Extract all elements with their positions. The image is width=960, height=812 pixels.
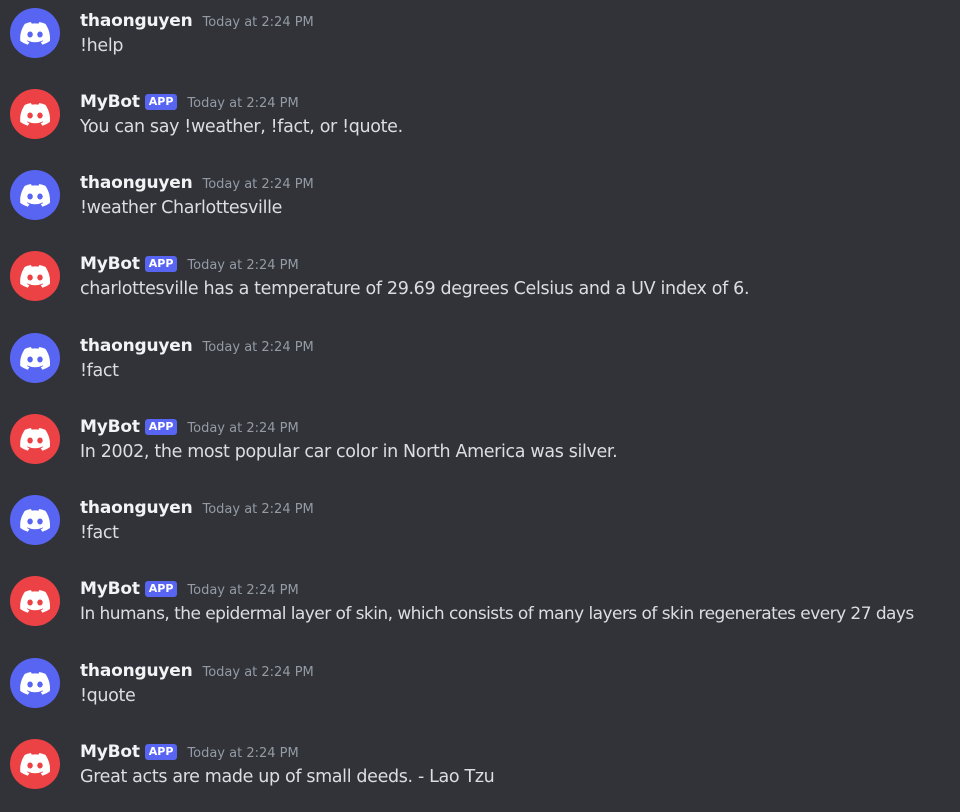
timestamp: Today at 2:24 PM (187, 257, 299, 273)
discord-logo-icon (20, 264, 50, 288)
username[interactable]: MyBot (80, 92, 140, 112)
message-content: In 2002, the most popular car color in N… (80, 442, 618, 462)
avatar[interactable] (10, 414, 60, 464)
app-tag: APP (144, 419, 178, 435)
discord-logo-icon (20, 671, 50, 695)
message-content: !fact (80, 523, 119, 543)
message: thaonguyen Today at 2:24 PM !quote (0, 650, 960, 730)
discord-logo-icon (20, 102, 50, 126)
message-header: MyBot APP Today at 2:24 PM (80, 90, 299, 114)
timestamp: Today at 2:24 PM (202, 176, 314, 192)
avatar[interactable] (10, 251, 60, 301)
message: thaonguyen Today at 2:24 PM !help (0, 0, 960, 80)
username[interactable]: MyBot (80, 254, 140, 274)
message-header: MyBot APP Today at 2:24 PM (80, 740, 299, 764)
username[interactable]: MyBot (80, 742, 140, 762)
discord-logo-icon (20, 346, 50, 370)
message-header: thaonguyen Today at 2:24 PM (80, 496, 314, 520)
message-header: MyBot APP Today at 2:24 PM (80, 577, 299, 601)
message-header: thaonguyen Today at 2:24 PM (80, 659, 314, 683)
timestamp: Today at 2:24 PM (187, 582, 299, 598)
timestamp: Today at 2:24 PM (187, 95, 299, 111)
message-header: thaonguyen Today at 2:24 PM (80, 9, 314, 33)
message: MyBot APP Today at 2:24 PM Great acts ar… (0, 731, 960, 811)
message: MyBot APP Today at 2:24 PM charlottesvil… (0, 243, 960, 323)
app-tag: APP (144, 94, 178, 110)
avatar[interactable] (10, 576, 60, 626)
message-header: MyBot APP Today at 2:24 PM (80, 415, 299, 439)
username[interactable]: thaonguyen (80, 173, 193, 193)
avatar[interactable] (10, 89, 60, 139)
username[interactable]: MyBot (80, 579, 140, 599)
message-content: In humans, the epidermal layer of skin, … (80, 604, 914, 624)
timestamp: Today at 2:24 PM (187, 745, 299, 761)
avatar[interactable] (10, 333, 60, 383)
app-tag: APP (144, 744, 178, 760)
app-tag: APP (144, 256, 178, 272)
message-content: !fact (80, 361, 119, 381)
timestamp: Today at 2:24 PM (187, 420, 299, 436)
discord-logo-icon (20, 589, 50, 613)
avatar[interactable] (10, 170, 60, 220)
message-content: You can say !weather, !fact, or !quote. (80, 117, 403, 137)
message: MyBot APP Today at 2:24 PM In 2002, the … (0, 406, 960, 486)
message: thaonguyen Today at 2:24 PM !fact (0, 325, 960, 405)
avatar[interactable] (10, 658, 60, 708)
message: thaonguyen Today at 2:24 PM !fact (0, 487, 960, 567)
avatar[interactable] (10, 495, 60, 545)
message: MyBot APP Today at 2:24 PM In humans, th… (0, 568, 960, 648)
timestamp: Today at 2:24 PM (202, 14, 314, 30)
discord-logo-icon (20, 21, 50, 45)
message-header: thaonguyen Today at 2:24 PM (80, 171, 314, 195)
message-header: MyBot APP Today at 2:24 PM (80, 252, 299, 276)
timestamp: Today at 2:24 PM (202, 664, 314, 680)
discord-logo-icon (20, 183, 50, 207)
username[interactable]: thaonguyen (80, 661, 193, 681)
message-content: Great acts are made up of small deeds. -… (80, 767, 495, 787)
message-header: thaonguyen Today at 2:24 PM (80, 334, 314, 358)
avatar[interactable] (10, 8, 60, 58)
message-content: !help (80, 36, 124, 56)
discord-logo-icon (20, 752, 50, 776)
username[interactable]: thaonguyen (80, 11, 193, 31)
username[interactable]: thaonguyen (80, 336, 193, 356)
app-tag: APP (144, 581, 178, 597)
message-list: thaonguyen Today at 2:24 PM !help MyBot … (0, 0, 960, 812)
message-content: charlottesville has a temperature of 29.… (80, 279, 750, 299)
timestamp: Today at 2:24 PM (202, 339, 314, 355)
message-content: !weather Charlottesville (80, 198, 283, 218)
username[interactable]: thaonguyen (80, 498, 193, 518)
message: MyBot APP Today at 2:24 PM You can say !… (0, 81, 960, 161)
username[interactable]: MyBot (80, 417, 140, 437)
message: thaonguyen Today at 2:24 PM !weather Cha… (0, 162, 960, 242)
timestamp: Today at 2:24 PM (202, 501, 314, 517)
discord-logo-icon (20, 427, 50, 451)
avatar[interactable] (10, 739, 60, 789)
message-content: !quote (80, 686, 136, 706)
discord-logo-icon (20, 508, 50, 532)
